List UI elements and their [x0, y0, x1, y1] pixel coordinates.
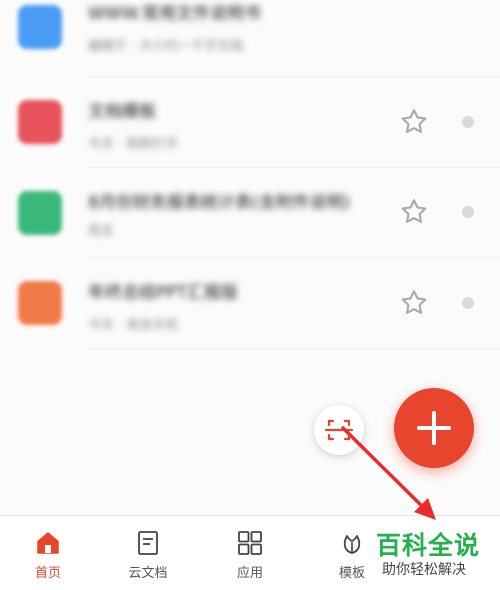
- more-options-dot[interactable]: [462, 297, 474, 309]
- tab-label: 应用: [236, 566, 263, 581]
- star-icon[interactable]: [398, 196, 430, 228]
- file-subtitle: 周五: [88, 224, 115, 239]
- cloud-doc-icon: [138, 531, 158, 555]
- file-title: WWW.常用文件说明书: [88, 4, 261, 24]
- template-leaf-icon: [343, 535, 361, 554]
- tab-label: 首页: [34, 566, 61, 581]
- spreadsheet-icon: [18, 191, 62, 235]
- star-icon[interactable]: [398, 106, 430, 138]
- pdf-icon: [18, 100, 62, 144]
- plus-icon: [417, 411, 451, 445]
- tab-label: 云文档: [128, 566, 168, 581]
- file-title: 年终总结PPT汇报版: [88, 283, 238, 303]
- home-icon: [37, 532, 59, 554]
- tab-cloud-docs[interactable]: 云文档: [100, 516, 196, 590]
- tab-apps[interactable]: 应用: [202, 516, 298, 590]
- file-subtitle: 今天 · 刚刚打开: [88, 137, 179, 152]
- new-document-fab[interactable]: [394, 388, 474, 468]
- scan-button[interactable]: [314, 405, 364, 455]
- file-list-item[interactable]: 年终总结PPT汇报版 今天 · 来自手机: [0, 258, 500, 348]
- more-options-dot[interactable]: [462, 206, 474, 218]
- watermark-subtitle: 助你轻松解决: [382, 562, 466, 578]
- presentation-icon: [18, 281, 62, 325]
- more-options-dot[interactable]: [462, 116, 474, 128]
- file-subtitle: 编辑于 · 大小约一千字文档: [88, 39, 244, 54]
- watermark-title: 百科全说: [376, 531, 481, 560]
- file-subtitle: 今天 · 来自手机: [88, 318, 179, 333]
- divider: [88, 348, 500, 349]
- apps-grid-icon: [238, 531, 262, 555]
- file-title: 文档模板: [88, 102, 156, 122]
- star-icon[interactable]: [398, 287, 430, 319]
- file-list-item[interactable]: 文档模板 今天 · 刚刚打开: [0, 77, 500, 167]
- file-list-item[interactable]: 8月份财务报表统计表(含附件说明) 周五: [0, 168, 500, 258]
- file-list-item[interactable]: WWW.常用文件说明书 编辑于 · 大小约一千字文档: [0, 0, 500, 75]
- file-title: 8月份财务报表统计表(含附件说明): [88, 193, 351, 213]
- tab-home[interactable]: 首页: [0, 516, 96, 590]
- watermark: 百科全说 助你轻松解决: [368, 522, 494, 582]
- document-icon: [18, 5, 62, 49]
- scan-icon: [324, 419, 354, 441]
